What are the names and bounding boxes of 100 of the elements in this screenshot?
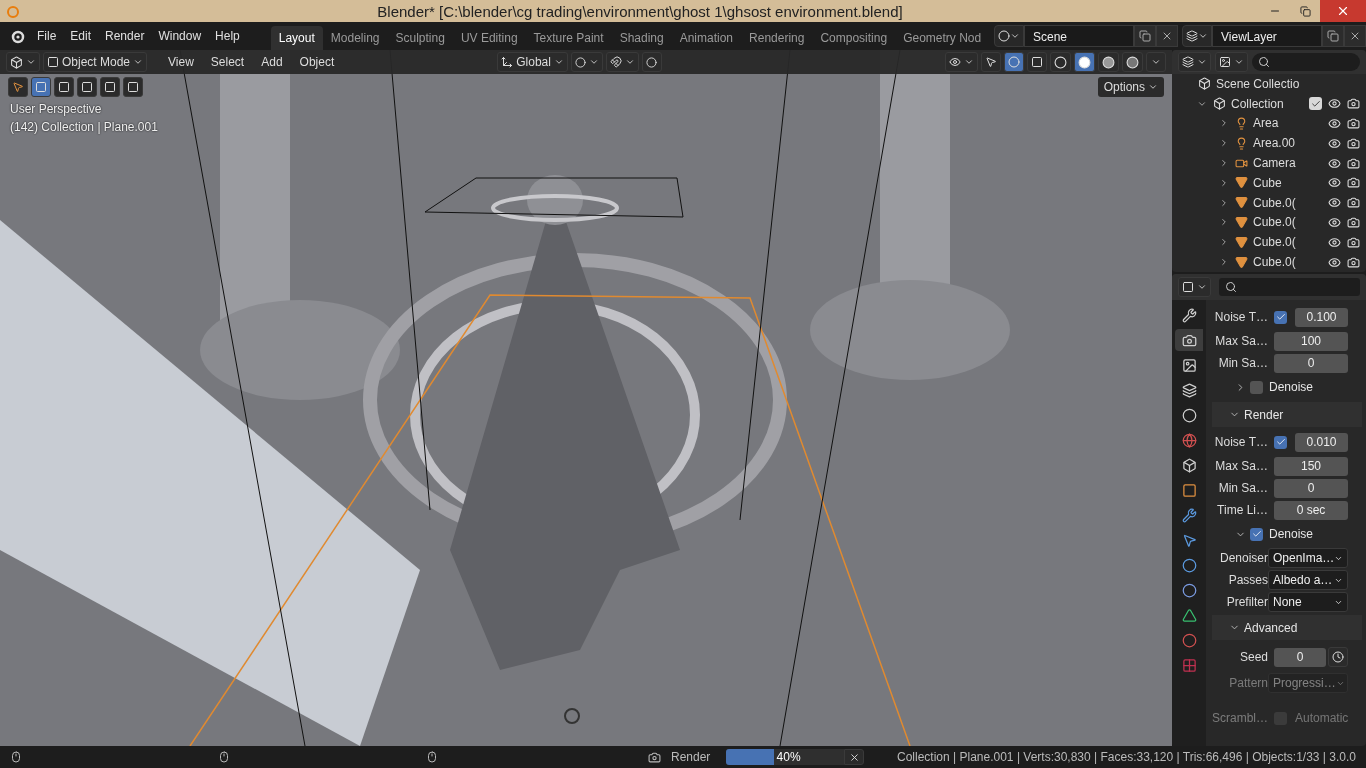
number-field[interactable]: 0.100 <box>1295 307 1348 327</box>
workspace-tab[interactable]: Texture Paint <box>525 26 612 50</box>
eye-icon[interactable] <box>1328 176 1341 190</box>
eye-icon[interactable] <box>1328 196 1341 210</box>
visibility-button[interactable] <box>945 52 978 72</box>
workspace-tab[interactable]: Animation <box>671 26 742 50</box>
camera-icon[interactable] <box>1347 216 1360 229</box>
checkbox[interactable] <box>1274 435 1287 449</box>
menu-item[interactable]: Render <box>98 25 152 47</box>
number-field[interactable]: 0 <box>1274 647 1326 667</box>
editor-type-button[interactable] <box>6 52 40 72</box>
number-field[interactable]: 0 sec <box>1274 500 1348 520</box>
material-shading-button[interactable] <box>1098 52 1119 72</box>
outliner-item[interactable]: Collection <box>1231 96 1284 111</box>
panel-header[interactable]: Render <box>1212 402 1362 427</box>
search-field[interactable] <box>1252 52 1360 71</box>
cancel-button[interactable] <box>844 749 865 765</box>
panel-header[interactable]: Advanced <box>1212 615 1362 640</box>
filter-button[interactable] <box>1215 51 1248 72</box>
dropdown[interactable]: None <box>1268 592 1348 612</box>
workspace-tab[interactable]: Modeling <box>322 26 388 50</box>
outliner-item[interactable]: Camera <box>1253 156 1296 170</box>
subpanel-title[interactable]: Denoise <box>1269 380 1314 394</box>
select-tool-button[interactable] <box>8 77 28 97</box>
menu-item[interactable]: View <box>161 55 201 69</box>
proportional-edit-button[interactable] <box>641 52 662 72</box>
camera-icon[interactable] <box>1347 116 1360 130</box>
eye-icon[interactable] <box>1328 235 1341 249</box>
number-field[interactable]: 100 <box>1274 331 1348 351</box>
scene-type-button[interactable] <box>994 25 1024 47</box>
select-mode-button[interactable] <box>123 77 143 97</box>
workspace-tab[interactable]: Rendering <box>741 26 813 50</box>
select-mode-button[interactable] <box>54 77 74 97</box>
rendered-shading-button[interactable] <box>1122 52 1143 72</box>
number-field[interactable]: 0 <box>1274 353 1348 373</box>
delete-scene-button[interactable] <box>1156 25 1178 47</box>
menu-item[interactable]: Select <box>203 55 252 69</box>
eye-icon[interactable] <box>1328 255 1341 269</box>
menu-item[interactable]: Object <box>292 55 342 69</box>
number-field[interactable]: 0 <box>1274 478 1348 498</box>
menu-item[interactable]: Add <box>254 55 290 69</box>
pivot-button[interactable] <box>570 52 603 72</box>
select-mode-button[interactable] <box>77 77 97 97</box>
view-layer-type-button[interactable] <box>1182 25 1212 47</box>
workspace-tab[interactable]: Sculpting <box>387 26 453 50</box>
workspace-tab[interactable]: Geometry Nod <box>895 26 990 50</box>
outliner-item[interactable]: Cube.0( <box>1253 255 1296 270</box>
workspace-tab[interactable]: Layout <box>270 26 323 50</box>
outliner-item[interactable]: Cube.0( <box>1253 195 1296 210</box>
clock-button[interactable] <box>1328 647 1348 667</box>
workspace-tab[interactable]: Shading <box>611 26 672 50</box>
view-layer-field[interactable]: ViewLayer <box>1212 25 1322 47</box>
outliner-item[interactable]: Scene Collectio <box>1216 76 1300 91</box>
number-field[interactable]: 0.010 <box>1295 432 1348 452</box>
delete-view-layer-button[interactable] <box>1344 25 1366 47</box>
xray-button[interactable] <box>1027 52 1047 72</box>
eye-icon[interactable] <box>1328 156 1341 170</box>
select-mode-button[interactable] <box>100 77 120 97</box>
number-field[interactable]: 150 <box>1274 456 1348 476</box>
outliner-item[interactable]: Area <box>1253 116 1279 131</box>
camera-icon[interactable] <box>1347 235 1360 249</box>
orientation-dropdown[interactable]: Global <box>497 52 568 72</box>
camera-icon[interactable] <box>1347 255 1360 269</box>
eye-icon[interactable] <box>1328 97 1341 110</box>
checkbox[interactable] <box>1250 380 1263 394</box>
camera-icon[interactable] <box>1347 97 1360 110</box>
camera-icon[interactable] <box>1347 176 1360 190</box>
editor-type-button[interactable] <box>1178 277 1211 297</box>
eye-icon[interactable] <box>1328 116 1341 130</box>
checkbox[interactable] <box>1274 310 1287 324</box>
outliner-item[interactable]: Cube.0( <box>1253 215 1296 230</box>
outliner-item[interactable]: Area.00 <box>1253 136 1296 151</box>
wireframe-shading-button[interactable] <box>1050 52 1071 72</box>
dropdown[interactable]: OpenIma… <box>1268 548 1348 568</box>
eye-icon[interactable] <box>1328 136 1341 150</box>
menu-item[interactable]: Edit <box>63 25 99 47</box>
outliner-item[interactable]: Cube <box>1253 175 1282 190</box>
render-tab[interactable] <box>1175 329 1203 351</box>
camera-icon[interactable] <box>1347 156 1360 170</box>
eye-icon[interactable] <box>1328 216 1341 229</box>
scene-field[interactable]: Scene <box>1024 25 1134 47</box>
checkbox[interactable] <box>1309 97 1322 110</box>
mode-dropdown[interactable]: Object Mode <box>43 52 148 72</box>
select-mode-button[interactable] <box>31 77 51 97</box>
menu-item[interactable]: Help <box>208 25 247 47</box>
dropdown[interactable]: Albedo a… <box>1268 570 1348 590</box>
outliner-item[interactable]: Cube.0( <box>1253 235 1296 250</box>
snap-button[interactable] <box>605 52 639 72</box>
solid-shading-button[interactable] <box>1074 52 1095 72</box>
new-scene-button[interactable] <box>1134 25 1156 47</box>
options-dropdown[interactable]: Options <box>1097 77 1164 97</box>
checkbox[interactable] <box>1250 527 1263 541</box>
subpanel-title[interactable]: Denoise <box>1269 527 1314 541</box>
camera-icon[interactable] <box>1347 136 1360 150</box>
camera-icon[interactable] <box>1347 196 1360 210</box>
workspace-tab[interactable]: UV Editing <box>452 26 526 50</box>
new-view-layer-button[interactable] <box>1322 25 1344 47</box>
menu-item[interactable]: Window <box>151 25 209 47</box>
search-field[interactable] <box>1219 278 1360 296</box>
menu-item[interactable]: File <box>30 25 64 47</box>
